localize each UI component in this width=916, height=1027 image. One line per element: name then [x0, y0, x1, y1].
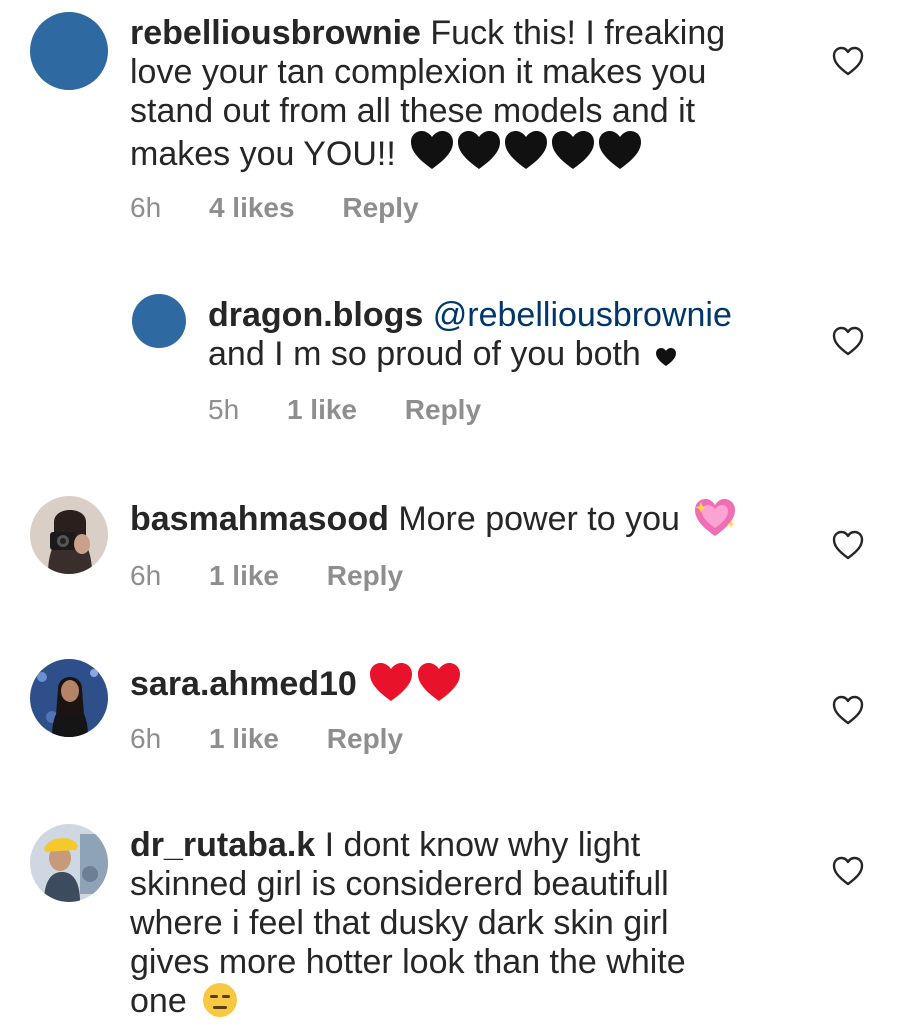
comment-body-line: skinned girl is considererd beautifull [130, 865, 669, 903]
black-heart-icon [552, 131, 595, 169]
comment-time: 6h [130, 192, 162, 223]
red-heart-icon [418, 663, 461, 701]
comment-meta: 6h 1 like Reply [130, 560, 443, 592]
comment-meta: 5h 1 like Reply [208, 394, 521, 426]
avatar[interactable] [30, 496, 108, 574]
comment-body-line: gives more hotter look than the white [130, 943, 686, 981]
expressionless-face-icon [202, 982, 238, 1027]
comment-meta: 6h 1 like Reply [130, 723, 443, 755]
like-heart-icon[interactable] [832, 326, 864, 356]
comment-time: 6h [130, 560, 162, 591]
comment-body-line: where i feel that dusky dark skin girl [130, 904, 669, 942]
sparkling-heart-icon [693, 498, 737, 547]
username[interactable]: basmahmasood [130, 500, 389, 538]
comment-body-line: love your tan complexion it makes you [130, 53, 707, 91]
black-heart-icon [599, 131, 642, 169]
like-heart-icon[interactable] [832, 530, 864, 560]
likes-count[interactable]: 1 like [209, 560, 279, 591]
likes-count[interactable]: 1 like [209, 723, 279, 754]
comment-body-line: one [130, 982, 187, 1020]
like-heart-icon[interactable] [832, 695, 864, 725]
like-heart-icon[interactable] [832, 46, 864, 76]
likes-count[interactable]: 1 like [287, 394, 357, 425]
red-heart-icon [370, 663, 413, 701]
comment-sara-ahmed10: sara.ahmed10 6h 1 like Reply [0, 655, 916, 785]
avatar[interactable] [30, 659, 108, 737]
comment-meta: 6h 4 likes Reply [130, 192, 459, 224]
comment-body-line: stand out from all these models and it [130, 92, 696, 130]
comment-rebelliousbrownie: rebelliousbrownie Fuck this! I freaking … [0, 0, 916, 250]
avatar[interactable] [30, 12, 108, 90]
likes-count[interactable]: 4 likes [209, 192, 295, 223]
reply-button[interactable]: Reply [327, 723, 403, 754]
comment-text: rebelliousbrownie Fuck this! I freaking … [130, 14, 810, 182]
comment-body-line: More power to you [398, 500, 680, 538]
reply-button[interactable]: Reply [342, 192, 418, 223]
black-heart-icon [505, 131, 548, 169]
black-heart-emojis [411, 131, 642, 182]
black-heart-icon [458, 131, 501, 169]
red-heart-emojis [370, 663, 462, 712]
black-heart-icon [411, 131, 454, 169]
reply-button[interactable]: Reply [405, 394, 481, 425]
comment-basmahmasood: basmahmasood More power to you 6h 1 like… [0, 490, 916, 620]
comment-dragon-blogs: dragon.blogs @rebelliousbrownie and I m … [0, 280, 916, 450]
comment-time: 5h [208, 394, 240, 425]
small-black-heart-icon [656, 336, 677, 375]
comment-text: basmahmasood More power to you [130, 498, 810, 547]
reply-button[interactable]: Reply [327, 560, 403, 591]
comment-body-line: I dont know why light [324, 826, 641, 864]
comment-dr-rutaba-k: dr_rutaba.k I dont know why light skinne… [0, 820, 916, 1024]
comment-text: dr_rutaba.k I dont know why light skinne… [130, 826, 810, 1027]
comment-text: sara.ahmed10 [130, 663, 810, 712]
comment-time: 6h [130, 723, 162, 754]
comment-text: dragon.blogs @rebelliousbrownie and I m … [208, 296, 808, 375]
comment-body-line: and I m so proud of you both [208, 335, 641, 373]
like-heart-icon[interactable] [832, 856, 864, 886]
comment-body-line: makes you YOU!! [130, 135, 396, 173]
username[interactable]: sara.ahmed10 [130, 665, 357, 703]
username[interactable]: rebelliousbrownie [130, 14, 421, 52]
username[interactable]: dr_rutaba.k [130, 826, 315, 864]
username[interactable]: dragon.blogs [208, 296, 423, 334]
avatar[interactable] [30, 824, 108, 902]
avatar[interactable] [132, 294, 186, 348]
mention-link[interactable]: @rebelliousbrownie [433, 296, 732, 334]
comment-body-line: Fuck this! I freaking [430, 14, 726, 52]
